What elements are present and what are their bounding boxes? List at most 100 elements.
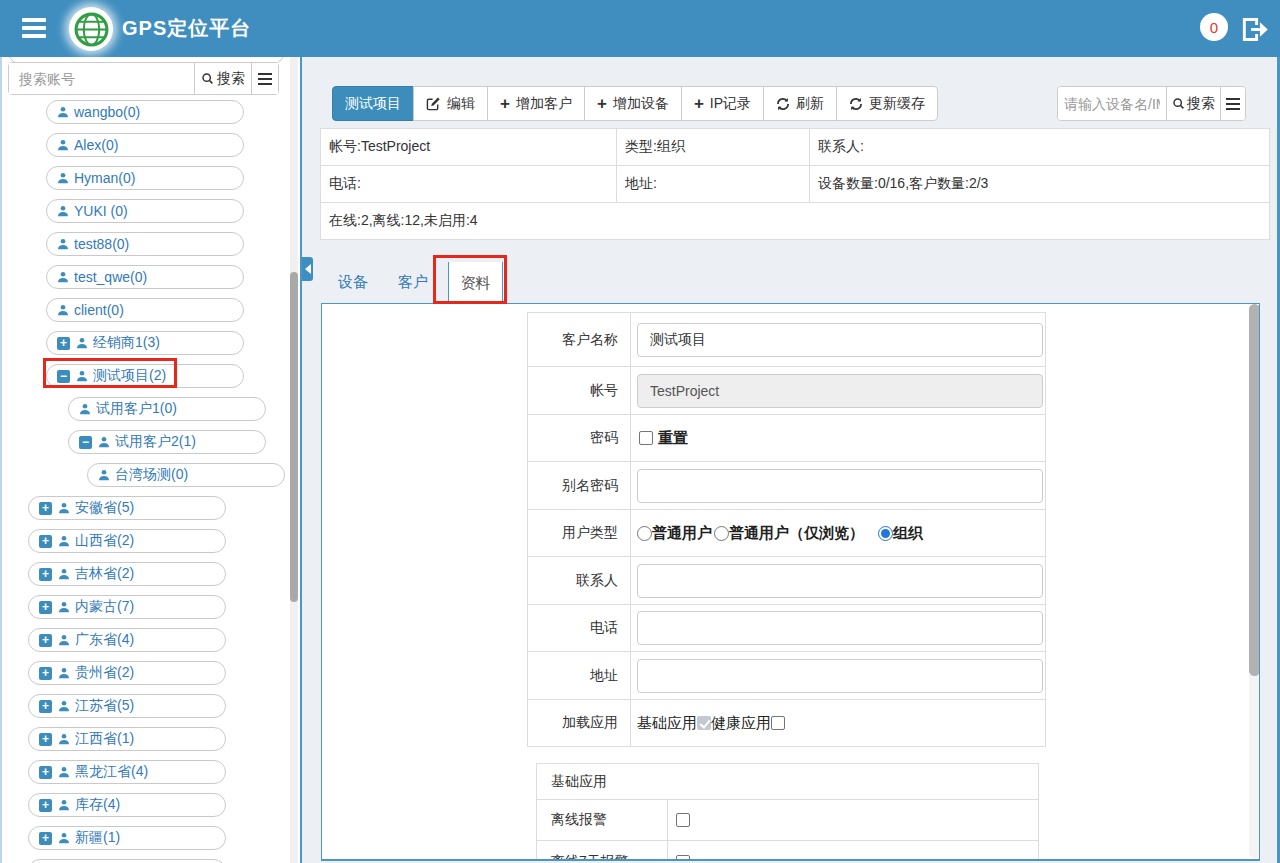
phone-input[interactable]	[637, 611, 1043, 645]
panel-scrollbar-thumb[interactable]	[1249, 304, 1260, 676]
load-apps-checkbox-0[interactable]	[697, 716, 711, 730]
user-icon	[58, 568, 70, 580]
customer-name-input[interactable]	[637, 323, 1043, 357]
expand-icon[interactable]: +	[39, 700, 52, 713]
tree-item-hyman[interactable]: Hyman(0)	[46, 166, 244, 190]
user-type-radio-0[interactable]	[637, 526, 652, 541]
collapse-icon[interactable]: −	[79, 436, 92, 449]
account-search-input[interactable]	[9, 63, 194, 94]
tree-item-shanxi[interactable]: +山西省(2)	[28, 529, 226, 553]
tree-item-taiwanchangce[interactable]: 台湾场测(0)	[87, 463, 285, 487]
account-search-menu-button[interactable]	[251, 63, 278, 94]
user-icon	[58, 502, 70, 514]
info-phone: 电话:	[321, 166, 617, 203]
address-input[interactable]	[637, 659, 1043, 693]
tree-item-xinjiang[interactable]: +新疆(1)	[28, 826, 226, 850]
device-search-input[interactable]	[1058, 87, 1166, 120]
refresh-button[interactable]: 刷新	[763, 86, 837, 121]
basic-apps-row-offline-7day-alarm: 离线7天报警	[537, 841, 1038, 861]
menu-toggle-icon[interactable]	[22, 18, 46, 38]
tree-item-alex[interactable]: Alex(0)	[46, 133, 244, 157]
tree-item-label: Hyman(0)	[74, 170, 135, 186]
expand-icon[interactable]: +	[39, 568, 52, 581]
expand-icon[interactable]: +	[39, 832, 52, 845]
tree-item-partial-bottom[interactable]	[28, 859, 226, 863]
tree-item-jiangsu[interactable]: + 江苏省(5)	[28, 694, 226, 718]
tree-item-wangbo[interactable]: wangbo(0)	[46, 100, 244, 124]
contact-input[interactable]	[637, 564, 1043, 598]
tree-item-yuki[interactable]: YUKI (0)	[46, 199, 244, 223]
logout-icon[interactable]	[1241, 16, 1270, 47]
expand-icon[interactable]: +	[39, 799, 52, 812]
app-label: 基础应用	[637, 714, 697, 733]
header: GPS定位平台 0	[0, 0, 1280, 57]
ip-record-button[interactable]: +IP记录	[681, 86, 764, 121]
device-search-menu-button[interactable]	[1220, 87, 1245, 120]
tree-item-jilin[interactable]: +吉林省(2)	[28, 562, 226, 586]
field-label: 电话	[528, 605, 631, 651]
tree-item-shiyongkehu2[interactable]: − 试用客户2(1)	[68, 430, 266, 454]
account-search-button[interactable]: 搜索	[194, 63, 251, 94]
edit-button[interactable]: 编辑	[413, 86, 488, 121]
password-checkbox[interactable]	[639, 431, 653, 445]
user-type-radio-1[interactable]	[714, 526, 729, 541]
field-label: 联系人	[528, 557, 631, 604]
user-icon	[57, 304, 69, 316]
tree-item-guizhou[interactable]: +贵州省(2)	[28, 661, 226, 685]
expand-icon[interactable]: +	[39, 601, 52, 614]
field-label: 用户类型	[528, 510, 631, 556]
tab-device[interactable]: 设备	[338, 273, 368, 292]
expand-icon[interactable]: +	[39, 766, 52, 779]
user-icon	[58, 634, 70, 646]
selected-account-button[interactable]: 测试项目	[332, 86, 414, 121]
tree-item-heilongjiang[interactable]: +黑龙江省(4)	[28, 760, 226, 784]
device-search-group: 搜索	[1057, 86, 1246, 121]
search-icon	[201, 72, 214, 85]
offline-alarm-checkbox[interactable]	[676, 813, 690, 827]
user-type-radio-2[interactable]	[878, 526, 893, 541]
tree-item-test88[interactable]: test88(0)	[46, 232, 244, 256]
user-icon	[58, 667, 70, 679]
annotation-box-tab	[433, 255, 507, 304]
alias-password-input[interactable]	[637, 469, 1043, 503]
edit-icon	[426, 96, 441, 111]
expand-icon[interactable]: +	[39, 667, 52, 680]
plus-icon: +	[500, 95, 510, 112]
user-icon	[57, 106, 69, 118]
expand-icon[interactable]: +	[39, 733, 52, 746]
tree-item-shiyongkehu1[interactable]: 试用客户1(0)	[68, 397, 266, 421]
offline-7day-alarm-checkbox[interactable]	[676, 855, 690, 862]
account-input[interactable]	[637, 374, 1043, 408]
tree-item-jiangxi[interactable]: +江西省(1)	[28, 727, 226, 751]
expand-icon[interactable]: +	[39, 535, 52, 548]
device-search-button[interactable]: 搜索	[1166, 87, 1220, 120]
sidebar-collapse-button[interactable]	[302, 257, 313, 281]
add-device-button[interactable]: +增加设备	[584, 86, 682, 121]
expand-icon[interactable]: +	[39, 502, 52, 515]
tree-item-test-qwe[interactable]: test_qwe(0)	[46, 265, 244, 289]
expand-icon[interactable]: +	[39, 634, 52, 647]
expand-icon[interactable]: +	[57, 337, 70, 350]
tree-item-label: 经销商1(3)	[93, 334, 160, 352]
sidebar-scrollbar-thumb[interactable]	[290, 272, 298, 602]
notification-badge[interactable]: 0	[1200, 13, 1228, 41]
search-button-label: 搜索	[217, 70, 245, 88]
tree-item-neimenggu[interactable]: +内蒙古(7)	[28, 595, 226, 619]
tree-item-guangdong[interactable]: +广东省(4)	[28, 628, 226, 652]
tree-item-kucun[interactable]: +库存(4)	[28, 793, 226, 817]
update-cache-button[interactable]: 更新缓存	[836, 86, 938, 121]
field-label: 别名密码	[528, 462, 631, 509]
field-label: 帐号	[528, 367, 631, 414]
tree-item-client[interactable]: client(0)	[46, 298, 244, 322]
tree-item-label: wangbo(0)	[74, 104, 140, 120]
tree-item-jingxiaoshang1[interactable]: + 经销商1(3)	[46, 331, 244, 355]
collapse-arrow-icon	[305, 264, 311, 274]
tree-item-label: 江苏省(5)	[75, 697, 134, 715]
tree-item-anhui[interactable]: +安徽省(5)	[28, 496, 226, 520]
app-label: 健康应用	[711, 714, 771, 733]
info-row: 帐号:TestProject 类型:组织 联系人:	[321, 129, 1270, 166]
tree-item-label: 试用客户2(1)	[115, 433, 196, 451]
tab-customer[interactable]: 客户	[398, 273, 428, 292]
load-apps-checkbox-1[interactable]	[771, 716, 785, 730]
add-customer-button[interactable]: +增加客户	[487, 86, 585, 121]
